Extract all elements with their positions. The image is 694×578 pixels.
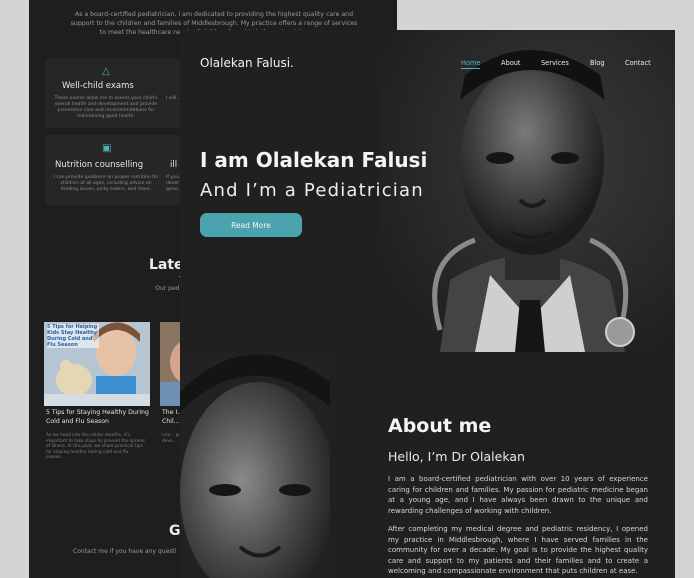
post-thumbnail[interactable]: 5 Tips for Helping Kids Stay Healthy Dur… bbox=[44, 322, 150, 406]
latest-posts-heading: Late bbox=[149, 257, 184, 273]
about-paragraph-1: I am a board-certified pediatrician with… bbox=[388, 475, 648, 515]
read-more-button[interactable]: Read More bbox=[200, 213, 302, 237]
post-title[interactable]: 5 Tips for Staying Healthy During Cold a… bbox=[46, 409, 152, 426]
hero-title: I am Olalekan Falusi bbox=[200, 148, 428, 172]
nav-home[interactable]: Home bbox=[461, 59, 481, 69]
child-icon: △ bbox=[102, 66, 110, 77]
site-logo[interactable]: Olalekan Falusi. bbox=[200, 56, 294, 70]
thumbnail-caption: 5 Tips for Helping Kids Stay Healthy Dur… bbox=[47, 324, 99, 348]
hero-portrait bbox=[380, 30, 675, 352]
contact-heading: G bbox=[169, 523, 181, 539]
nav-services[interactable]: Services bbox=[541, 59, 569, 67]
about-greeting: Hello, I’m Dr Olalekan bbox=[388, 449, 525, 464]
service-title: ill bbox=[170, 160, 178, 170]
about-portrait bbox=[180, 352, 330, 578]
service-description: These exams allow me to assess your chil… bbox=[54, 96, 158, 119]
about-heading: About me bbox=[388, 415, 492, 437]
hero-subtitle: And I’m a Pediatrician bbox=[200, 180, 424, 201]
nav-blog[interactable]: Blog bbox=[590, 59, 605, 67]
service-title: Nutrition counselling bbox=[55, 160, 144, 170]
medical-kit-icon: ▣ bbox=[102, 143, 112, 154]
service-title: Well-child exams bbox=[62, 81, 134, 91]
service-card-well-child[interactable]: △ Well-child exams These exams allow me … bbox=[45, 58, 167, 128]
service-card-nutrition[interactable]: ▣ Nutrition counselling I can provide gu… bbox=[45, 135, 167, 205]
post-excerpt: As we head into the colder months, it's … bbox=[46, 433, 145, 460]
nav-about[interactable]: About bbox=[501, 59, 521, 67]
service-description: I can provide guidance on proper nutriti… bbox=[53, 175, 159, 192]
front-page: Olalekan Falusi. Home About Services Blo… bbox=[180, 30, 675, 578]
about-paragraph-2: After completing my medical degree and p… bbox=[388, 525, 648, 575]
nav-contact[interactable]: Contact bbox=[625, 59, 651, 67]
